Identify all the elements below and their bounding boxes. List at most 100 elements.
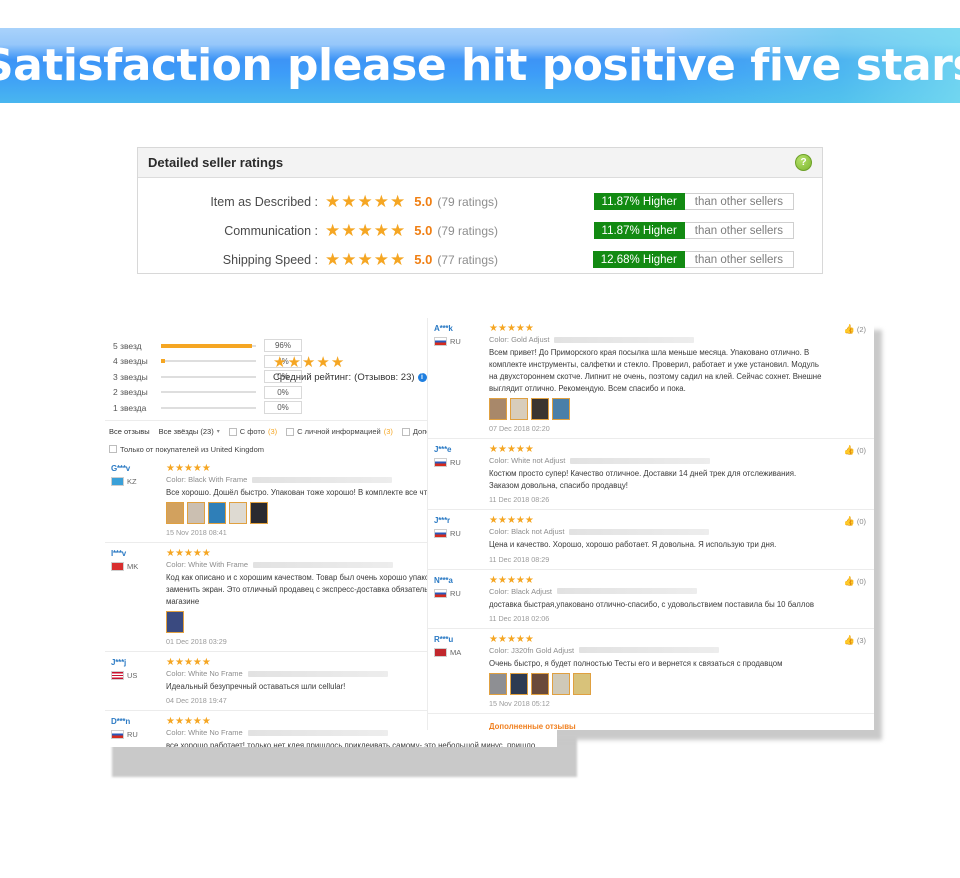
review-variant-label: Color: White not Adjust [489,456,566,466]
filter-all-stars-dropdown[interactable]: Все звёзды (23) ▾ [159,427,220,436]
review-thumbnail[interactable] [187,502,205,525]
review-username[interactable]: R***u [434,635,489,644]
star-icon: ★ [390,249,406,269]
reviews-right-panel: A***k RU ★ ★ ★ ★ ★ Color: Gold Adjust Всем п… [427,318,874,730]
review-country: RU [434,588,489,598]
review-country-code: RU [450,588,461,598]
review-date: 11 Dec 2018 02:06 [489,613,550,623]
review-username[interactable]: G***v [111,464,166,473]
checkbox-additional-reviews[interactable] [401,427,410,436]
star-icon: ★ [489,515,498,527]
filter-all-reviews[interactable]: Все отзывы [109,427,150,436]
review-helpful-count[interactable]: 👍 (2) [826,324,866,433]
review-thumbnail[interactable] [208,502,226,525]
review-thumbnail[interactable] [166,502,184,525]
filter-with-personal-info-count: (3) [383,427,393,436]
star-icon: ★ [166,548,175,560]
review-thumbnail[interactable] [573,672,591,695]
review-variant: Color: Gold Adjust [489,335,826,344]
dsr-comparison-suffix: than other sellers [684,251,794,268]
question-mark-icon[interactable]: ? [795,154,812,171]
review-helpful-count[interactable]: 👍 (0) [826,445,866,504]
rating-distribution-track [161,391,256,394]
review-thumbnail[interactable] [166,611,184,634]
review-thumbnail[interactable] [552,672,570,695]
star-icon: ★ [506,515,516,527]
review-username[interactable]: J***j [111,658,166,667]
review-country: RU [111,730,166,740]
review-user: N***a RU [434,576,489,623]
dsr-row: Item as Described : ★ ★ ★ ★ ★ 5.0 (79 rating… [138,187,822,216]
review-text: Костюм просто супер! Качество отличное. … [489,469,797,491]
review-helpful-value: (2) [856,325,866,334]
thumbs-up-icon: 👍 [843,575,855,586]
review-thumbnail[interactable] [531,398,549,421]
review-username[interactable]: D***n [111,717,166,726]
reviews-right-list: A***k RU ★ ★ ★ ★ ★ Color: Gold Adjust Всем п… [428,318,874,730]
page-banner: Satisfaction please hit positive five st… [0,28,960,103]
review-helpful-count[interactable]: 👍 (0) [826,516,866,563]
dsr-row-stars: ★ ★ ★ ★ ★ [325,220,405,240]
review-helpful-count[interactable]: 👍 (3) [826,635,866,708]
country-flag-icon [434,458,447,468]
review-thumbnails [489,398,826,421]
review-country: MA [434,647,489,657]
checkbox-with-photo[interactable] [228,427,237,436]
review-stars: ★ ★ ★ ★ ★ [489,324,826,334]
dsr-comparison: 12.68% Higher than other sellers [592,251,794,268]
review-user: D***n RU [111,717,166,747]
review-country-code: RU [450,337,461,346]
review-thumbnail[interactable] [510,398,528,421]
review-helpful-value: (0) [856,576,866,586]
review-thumbnail[interactable] [489,398,507,421]
star-icon: ★ [373,220,389,240]
review-variant: Color: White not Adjust [489,456,826,465]
rating-distribution-label: 3 звезды [113,371,148,382]
review-username[interactable]: J***r [434,516,489,525]
thumbs-up-icon: 👍 [843,516,855,527]
rating-distribution-percent: 96% [264,339,302,353]
star-icon: ★ [497,444,507,456]
review-country-code: MK [127,562,139,572]
review-body: ★ ★ ★ ★ ★ Color: White not Adjust Костюм про… [489,445,826,505]
info-circle-icon[interactable]: i [417,373,427,382]
review-username[interactable]: I***v [111,549,166,558]
star-icon: ★ [357,249,373,269]
star-icon: ★ [506,574,516,586]
star-icon: ★ [515,323,525,334]
review-date: 07 Dec 2018 02:20 [489,424,550,434]
thumbs-up-icon: 👍 [843,324,855,334]
review-thumbnail[interactable] [489,672,507,695]
review-thumbnail[interactable] [510,672,528,695]
star-icon: ★ [515,444,525,456]
review-thumbnail[interactable] [250,502,268,525]
filter-only-uk-buyers[interactable]: Только от покупателей из United Kingdom [109,445,264,454]
review-username[interactable]: J***e [434,445,489,454]
review-username[interactable]: N***a [434,576,489,585]
review-country: RU [434,529,489,539]
review-thumbnail[interactable] [531,672,549,695]
star-icon: ★ [183,716,193,728]
country-flag-icon [111,562,124,572]
thumbs-up-icon: 👍 [843,445,855,456]
checkbox-with-personal-info[interactable] [286,427,295,436]
rating-distribution-percent: 0% [264,385,302,399]
dsr-comparison: 11.87% Higher than other sellers [593,193,794,210]
filter-with-personal-info[interactable]: С личной информацией (3) [286,427,393,436]
dsr-rows-container: Item as Described : ★ ★ ★ ★ ★ 5.0 (79 rating… [138,178,822,274]
filter-with-photo[interactable]: С фото (3) [228,427,277,436]
review-thumbnail[interactable] [229,502,247,525]
rating-distribution-label: 5 звезд [113,340,142,351]
star-icon: ★ [497,574,507,586]
review-helpful-count[interactable]: 👍 (0) [826,576,866,623]
review-stars: ★ ★ ★ ★ ★ [489,445,826,455]
review-thumbnail[interactable] [552,398,570,421]
star-icon: ★ [515,574,525,586]
checkbox-only-uk-buyers[interactable] [109,445,117,453]
average-rating-block: ★ ★ ★ ★ ★ Средний рейтинг: (Отзывов: 23) i [273,355,453,383]
dsr-comparison-value: 11.87% Higher [593,222,685,239]
review-variant-redacted [253,561,394,568]
additional-review-item: Дополненные отзывы В порядке Спасибо 29 … [428,714,874,730]
star-icon: ★ [325,191,341,211]
review-username[interactable]: A***k [434,324,489,333]
